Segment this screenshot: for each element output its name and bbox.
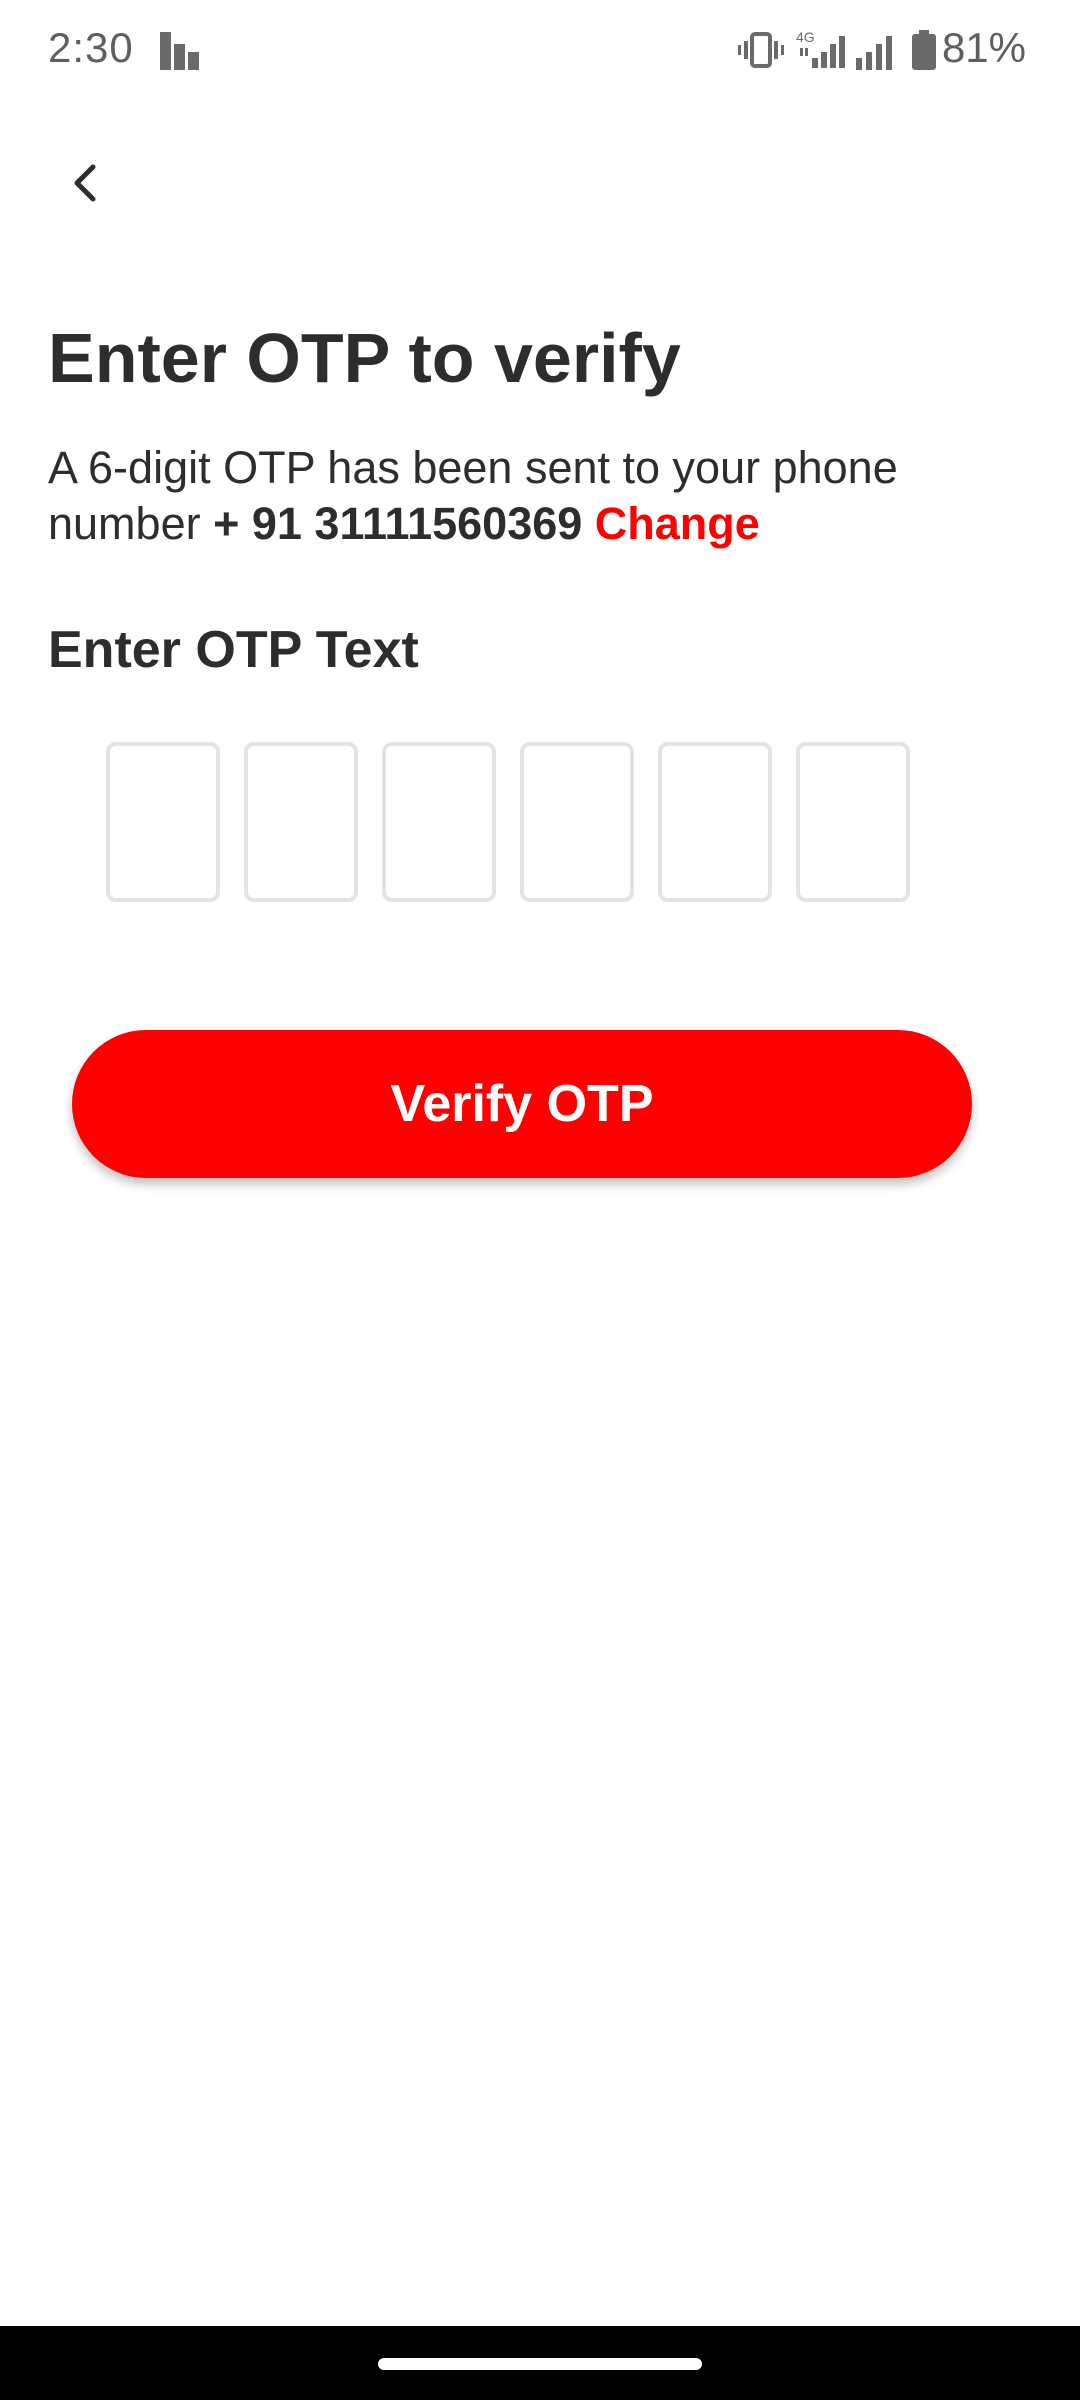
otp-digit-input-3[interactable] bbox=[382, 742, 496, 902]
signal-icon bbox=[856, 36, 896, 77]
vibrate-icon bbox=[738, 32, 784, 73]
change-number-link[interactable]: Change bbox=[595, 498, 760, 549]
otp-digit-input-4[interactable] bbox=[520, 742, 634, 902]
otp-sent-message: A 6-digit OTP has been sent to your phon… bbox=[48, 440, 1008, 552]
phone-number: + 91 31111560369 bbox=[213, 498, 583, 549]
system-navigation-bar bbox=[0, 2326, 1080, 2400]
verify-otp-button[interactable]: Verify OTP bbox=[72, 1030, 972, 1178]
chevron-left-icon bbox=[65, 161, 105, 210]
back-button[interactable] bbox=[40, 140, 130, 230]
svg-text:4G: 4G bbox=[796, 29, 815, 45]
otp-digit-input-2[interactable] bbox=[244, 742, 358, 902]
otp-digit-input-1[interactable] bbox=[106, 742, 220, 902]
otp-digit-input-6[interactable] bbox=[796, 742, 910, 902]
battery-percentage: 81% bbox=[941, 24, 1026, 71]
status-bar: 2:30 4G 81% bbox=[0, 0, 1080, 100]
battery-icon bbox=[912, 30, 936, 75]
status-time: 2:30 bbox=[48, 24, 134, 71]
4g-signal-icon: 4G bbox=[796, 28, 852, 77]
otp-field-label: Enter OTP Text bbox=[48, 621, 419, 679]
home-indicator[interactable] bbox=[378, 2358, 702, 2370]
bar-chart-icon bbox=[158, 32, 202, 70]
otp-input-group bbox=[106, 742, 910, 902]
otp-digit-input-5[interactable] bbox=[658, 742, 772, 902]
page-title: Enter OTP to verify bbox=[48, 319, 681, 397]
status-icons: 4G 81% bbox=[700, 24, 1080, 80]
